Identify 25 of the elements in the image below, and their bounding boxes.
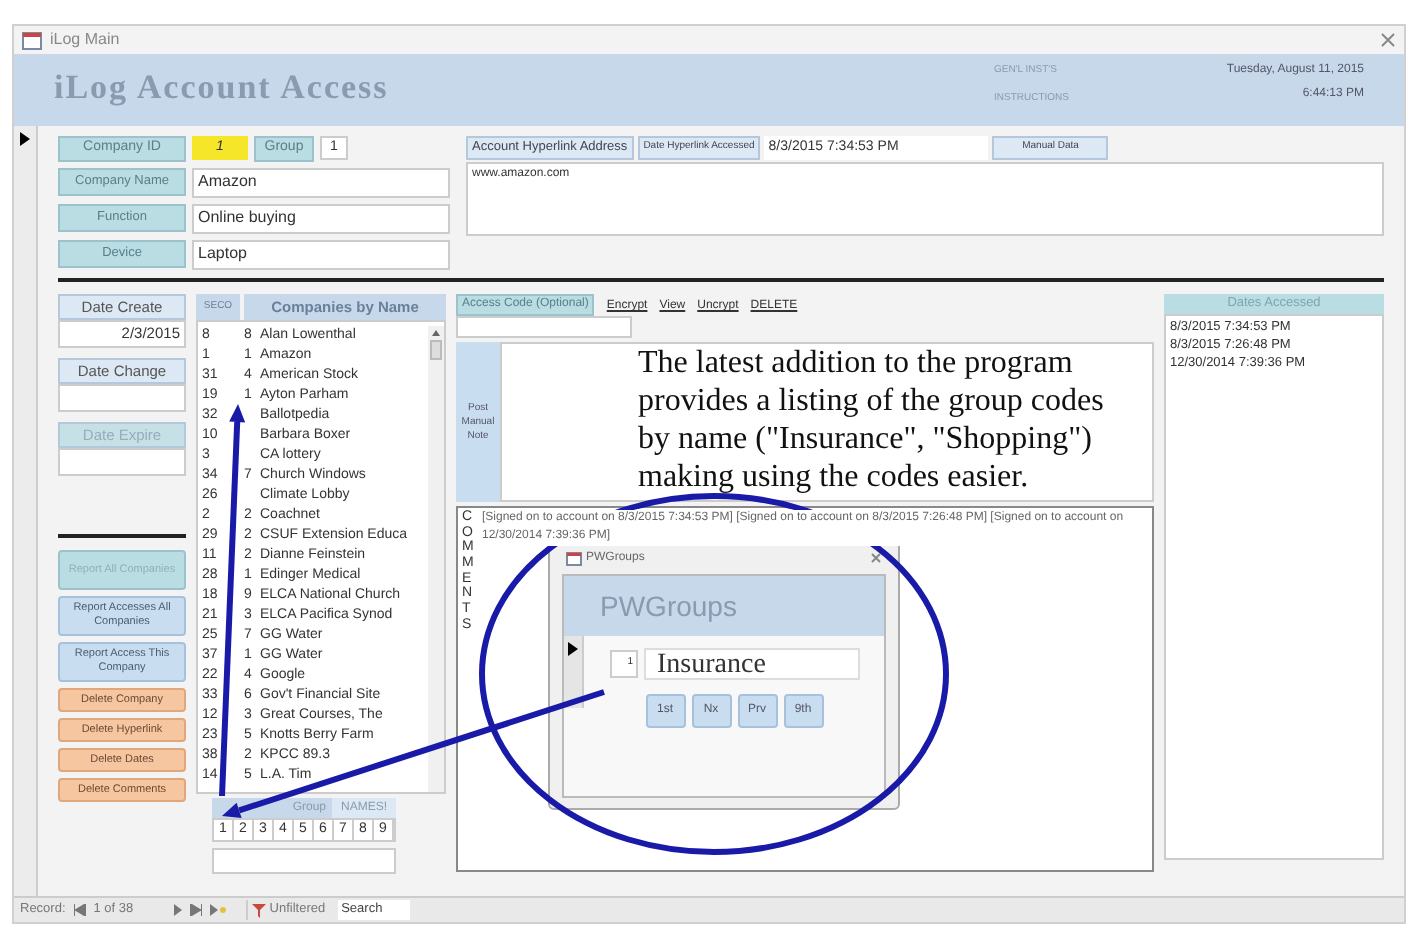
form-icon xyxy=(22,31,42,49)
record-selector[interactable] xyxy=(564,636,584,708)
group-name-field[interactable]: Insurance xyxy=(643,648,859,680)
last-record-icon[interactable] xyxy=(189,904,202,916)
window-title: iLog Main xyxy=(50,28,120,52)
date-field[interactable] xyxy=(58,448,186,476)
note-field[interactable]: The latest addition to the program provides a listing of the group codes by name ("Insurance", "Shopping") making using the codes easier. xyxy=(500,342,1154,502)
new-record-icon[interactable] xyxy=(209,904,226,916)
current-record-icon xyxy=(20,132,30,146)
access-code-field[interactable] xyxy=(456,316,632,338)
annotation-text: The latest addition to the program provides a listing of the group codes by name ("Insurance", "Shopping") making using the codes easier. xyxy=(638,344,1106,496)
popup-heading: PWGroups xyxy=(600,587,737,626)
next-record-icon[interactable] xyxy=(173,904,182,916)
form-icon xyxy=(566,551,582,565)
field-value[interactable]: Laptop xyxy=(192,239,450,269)
field-value[interactable]: Online buying xyxy=(192,203,450,233)
close-icon[interactable] xyxy=(870,552,882,564)
scrollbar[interactable] xyxy=(428,325,444,793)
form-title: iLog Account Access xyxy=(54,66,391,110)
current-record-icon xyxy=(568,642,578,656)
date-field[interactable] xyxy=(58,384,186,412)
first-record-icon[interactable] xyxy=(73,904,86,916)
filter-icon xyxy=(251,903,266,917)
group-name-field[interactable] xyxy=(212,848,396,874)
field-value[interactable]: Amazon xyxy=(192,167,450,197)
